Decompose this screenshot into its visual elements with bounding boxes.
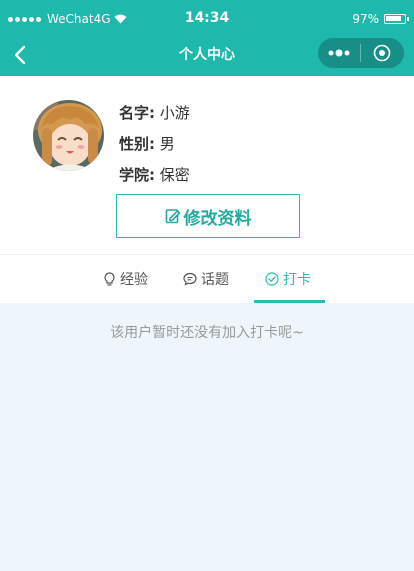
gender-row: 性别: 男	[119, 133, 175, 154]
edit-profile-button[interactable]: 修改资料	[116, 194, 300, 238]
mini-program-capsule	[318, 38, 404, 68]
tab-check-in[interactable]: 打卡	[265, 269, 311, 289]
tab-topics-label: 话题	[201, 272, 229, 288]
lightbulb-icon	[104, 272, 115, 286]
gender-value: 男	[159, 135, 175, 153]
college-label: 学院:	[119, 166, 155, 184]
empty-state-message: 该用户暂时还没有加入打卡呢~	[110, 325, 304, 341]
tab-experience-label: 经验	[120, 272, 148, 288]
tab-bar: 经验 话题 打卡	[0, 254, 414, 303]
anime-girl-avatar-icon	[33, 100, 104, 171]
nav-bar: 个人中心	[0, 38, 414, 76]
name-value: 小游	[159, 104, 190, 122]
edit-profile-label: 修改资料	[183, 208, 252, 229]
check-circle-icon	[265, 272, 279, 286]
more-button[interactable]	[318, 38, 360, 68]
target-close-icon	[373, 44, 391, 62]
tab-topics[interactable]: 话题	[183, 269, 229, 289]
battery-indicator: 97%	[352, 12, 409, 26]
tab-content: 该用户暂时还没有加入打卡呢~	[0, 303, 414, 571]
close-button[interactable]	[361, 38, 403, 68]
edit-icon	[165, 209, 180, 224]
tab-experience[interactable]: 经验	[103, 269, 148, 289]
college-value: 保密	[159, 166, 190, 184]
college-row: 学院: 保密	[119, 164, 190, 185]
name-label: 名字:	[119, 104, 155, 122]
battery-percent: 97%	[352, 12, 379, 26]
chat-bubble-icon	[183, 272, 197, 286]
avatar[interactable]	[33, 100, 104, 171]
header: WeChat4G 14:34 97% 个人中心	[0, 0, 414, 76]
profile-card: 名字: 小游 性别: 男 学院: 保密 修改资料	[0, 76, 414, 254]
gender-label: 性别:	[119, 135, 155, 153]
status-bar: WeChat4G 14:34 97%	[0, 0, 414, 38]
more-dots-icon	[328, 49, 350, 57]
tab-check-in-label: 打卡	[283, 272, 311, 288]
battery-icon	[384, 14, 409, 24]
name-row: 名字: 小游	[119, 102, 190, 123]
